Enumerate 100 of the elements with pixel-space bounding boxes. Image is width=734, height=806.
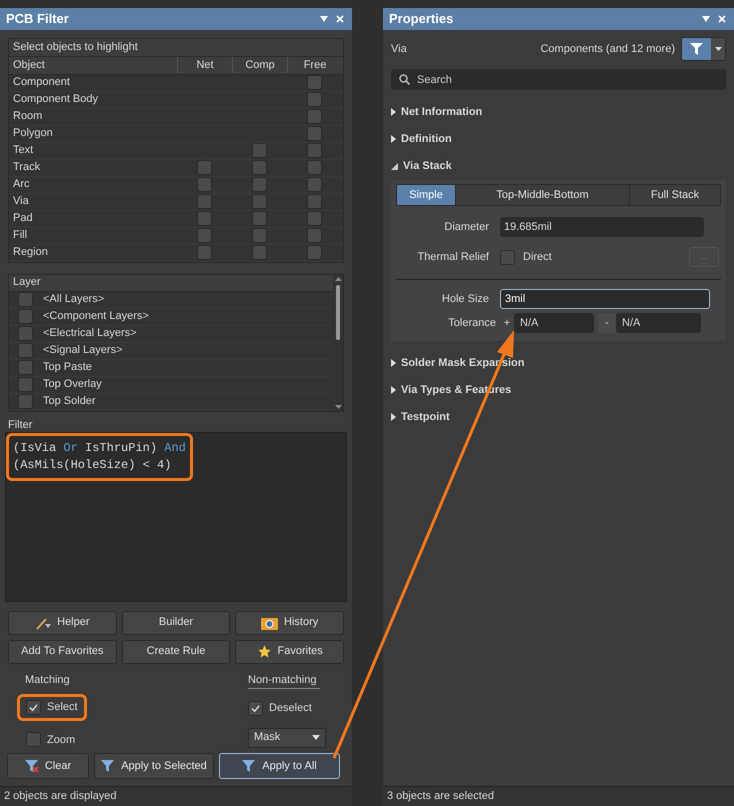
- filter-query-field[interactable]: (IsVia Or IsThruPin) And (AsMils(HoleSize) < 4): [5, 432, 347, 602]
- field-label: Thermal Relief: [416, 250, 490, 265]
- search-icon: [399, 74, 410, 85]
- mode-dropdown[interactable]: Mask: [248, 728, 326, 748]
- checkbox[interactable]: [18, 394, 33, 410]
- hole-size-field[interactable]: 3mil: [500, 289, 710, 309]
- scroll-up-icon[interactable]: [334, 276, 342, 281]
- search-field[interactable]: Search: [391, 69, 726, 90]
- scrollbar[interactable]: [333, 274, 343, 411]
- object-name: Polygon: [12, 126, 54, 142]
- action-button[interactable]: Apply to All: [219, 753, 340, 780]
- layer-name[interactable]: <Electrical Layers>: [43, 325, 137, 342]
- filter-icon: [242, 760, 256, 773]
- checkbox-option[interactable]: Select: [17, 694, 87, 721]
- checkbox[interactable]: [197, 194, 212, 210]
- checkbox[interactable]: [307, 245, 322, 260]
- close-icon[interactable]: [718, 15, 726, 23]
- checkbox[interactable]: [18, 377, 33, 392]
- checkbox[interactable]: [248, 700, 263, 716]
- checkbox[interactable]: [26, 732, 41, 748]
- action-button[interactable]: Clear: [7, 753, 89, 780]
- column-header[interactable]: Net: [177, 56, 232, 74]
- checkbox[interactable]: [307, 160, 322, 176]
- field-label: Tolerance: [447, 316, 497, 331]
- selection-filter-button[interactable]: [681, 37, 726, 61]
- checkbox[interactable]: [307, 92, 322, 108]
- table-title: Select objects to highlight: [9, 38, 343, 57]
- stack-mode-tab[interactable]: Simple: [397, 185, 455, 205]
- checkbox[interactable]: [18, 343, 33, 358]
- checkbox[interactable]: [307, 177, 322, 192]
- checkbox[interactable]: [307, 109, 322, 124]
- scroll-down-icon[interactable]: [334, 404, 342, 409]
- checkbox[interactable]: [252, 194, 267, 210]
- checkbox[interactable]: [307, 228, 322, 244]
- checkbox[interactable]: [18, 309, 33, 324]
- checkbox[interactable]: [307, 194, 322, 210]
- checkbox[interactable]: [307, 126, 322, 142]
- checkbox[interactable]: [197, 160, 212, 176]
- checkbox[interactable]: [197, 177, 212, 192]
- tolerance-minus-field[interactable]: N/A: [616, 313, 701, 333]
- section-header[interactable]: Via Stack: [391, 158, 726, 174]
- layer-name[interactable]: <All Layers>: [43, 291, 104, 308]
- checkbox[interactable]: [197, 228, 212, 244]
- object-name: Component Body: [12, 92, 99, 108]
- checkbox-option[interactable]: Deselect: [248, 695, 312, 722]
- checkbox[interactable]: [18, 292, 33, 308]
- checkbox[interactable]: [18, 360, 33, 376]
- column-header[interactable]: Object: [9, 56, 177, 74]
- checkbox[interactable]: [252, 228, 267, 244]
- layer-name[interactable]: Top Overlay: [43, 376, 102, 393]
- wand-icon: [35, 616, 52, 630]
- checkbox[interactable]: [252, 143, 267, 158]
- layer-name[interactable]: Top Solder: [43, 393, 96, 410]
- checkbox-option[interactable]: Zoom: [17, 726, 84, 754]
- checkbox[interactable]: [252, 245, 267, 260]
- checkbox[interactable]: [18, 326, 33, 342]
- stack-mode-tab[interactable]: Full Stack: [629, 185, 720, 205]
- checkbox[interactable]: [500, 250, 515, 264]
- stack-mode-tab[interactable]: Top-Middle-Bottom: [455, 185, 629, 205]
- column-header[interactable]: Comp: [232, 56, 287, 74]
- dropdown-icon[interactable]: [320, 16, 328, 22]
- toolbar-button[interactable]: History: [235, 610, 344, 635]
- toolbar-button[interactable]: Favorites: [235, 640, 344, 664]
- checkbox[interactable]: [307, 211, 322, 226]
- toolbar-button[interactable]: Builder: [122, 610, 230, 635]
- filter-label: Filter: [8, 418, 34, 432]
- section-header[interactable]: Testpoint: [391, 409, 726, 425]
- checkbox[interactable]: [307, 75, 322, 90]
- checkbox[interactable]: [197, 245, 212, 260]
- tolerance-plus-field[interactable]: N/A: [514, 313, 594, 333]
- camera-icon: [261, 616, 278, 630]
- list-header: Layer: [9, 274, 333, 292]
- checkbox[interactable]: [252, 211, 267, 226]
- toolbar-button[interactable]: Helper: [8, 610, 117, 635]
- status-bar: 3 objects are selected: [383, 786, 734, 806]
- dropdown-icon[interactable]: [702, 16, 710, 22]
- column-header[interactable]: Free: [287, 56, 342, 74]
- caret-icon: [714, 47, 722, 51]
- checkbox[interactable]: [252, 160, 267, 176]
- diameter-field[interactable]: 19.685mil: [500, 217, 704, 237]
- section-header[interactable]: Net Information: [391, 104, 726, 120]
- checkbox[interactable]: [307, 143, 322, 158]
- clear-filter-icon: [24, 760, 39, 773]
- scope-label: Components (and 12 more): [540, 42, 675, 57]
- toolbar-button[interactable]: Add To Favorites: [8, 640, 117, 664]
- checkbox[interactable]: [197, 211, 212, 226]
- checkbox[interactable]: [252, 177, 267, 192]
- section-header[interactable]: Definition: [391, 131, 726, 147]
- object-name: Component: [12, 75, 71, 90]
- field-label: Hole Size: [440, 292, 490, 307]
- layer-name[interactable]: <Component Layers>: [43, 308, 149, 325]
- checkbox[interactable]: [26, 700, 41, 715]
- checkbox-option[interactable]: Direct: [500, 248, 552, 266]
- object-name: Via: [12, 194, 30, 210]
- toolbar-button[interactable]: Create Rule: [122, 640, 230, 664]
- object-type: Via: [391, 42, 407, 57]
- layer-name[interactable]: Top Paste: [43, 359, 92, 376]
- action-button[interactable]: Apply to Selected: [94, 753, 214, 780]
- close-icon[interactable]: [336, 14, 344, 23]
- layer-name[interactable]: <Signal Layers>: [43, 342, 122, 359]
